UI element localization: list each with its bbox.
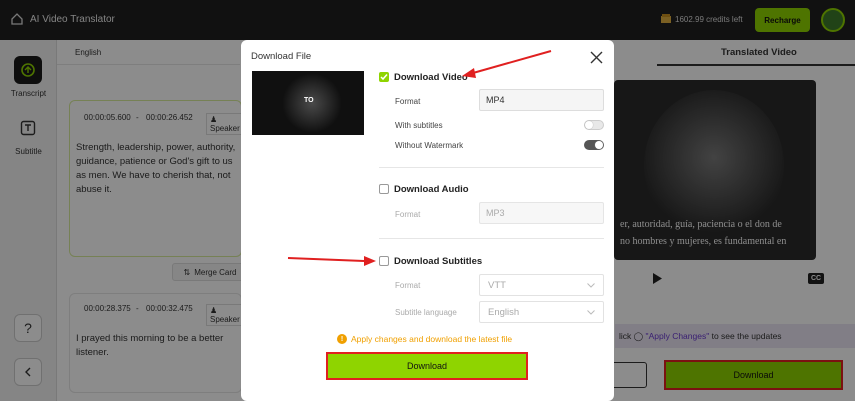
download-file-dialog: Download File TO Download Video Format M… xyxy=(241,40,614,401)
close-icon[interactable] xyxy=(590,51,603,64)
divider xyxy=(379,167,604,168)
video-format-field[interactable]: MP4 xyxy=(479,89,604,111)
subtitle-language-select[interactable]: English xyxy=(479,301,604,323)
with-subtitles-toggle[interactable] xyxy=(584,120,604,130)
divider xyxy=(379,238,604,239)
download-audio-label: Download Audio xyxy=(394,184,469,195)
audio-format-field[interactable]: MP3 xyxy=(479,202,604,224)
warning-icon: ! xyxy=(337,334,347,344)
apply-changes-note: ! Apply changes and download the latest … xyxy=(337,334,512,344)
thumbnail-text: TO xyxy=(304,97,314,104)
download-video-label: Download Video xyxy=(394,72,468,83)
chevron-down-icon xyxy=(587,309,595,315)
download-audio-checkbox[interactable] xyxy=(379,184,389,194)
modal-download-button[interactable]: Download xyxy=(326,352,528,380)
download-video-checkbox[interactable] xyxy=(379,72,389,82)
download-subtitles-label: Download Subtitles xyxy=(394,256,483,267)
dialog-title: Download File xyxy=(251,51,312,62)
check-icon xyxy=(380,74,388,81)
download-subtitles-checkbox[interactable] xyxy=(379,256,389,266)
without-watermark-toggle[interactable] xyxy=(584,140,604,150)
chevron-down-icon xyxy=(587,282,595,288)
video-thumbnail: TO xyxy=(252,71,364,135)
subtitle-format-select[interactable]: VTT xyxy=(479,274,604,296)
